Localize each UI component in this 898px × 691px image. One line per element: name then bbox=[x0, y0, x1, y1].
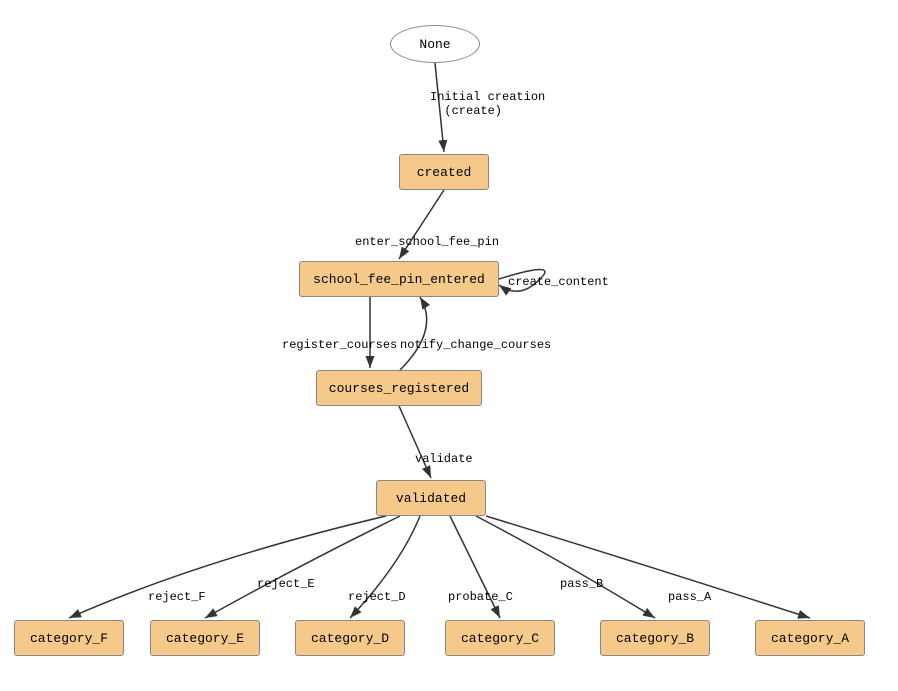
node-validated-label: validated bbox=[396, 491, 466, 506]
node-category-c-label: category_C bbox=[461, 631, 539, 646]
edge-label-reject-e: reject_E bbox=[257, 577, 315, 591]
node-school-fee-pin-label: school_fee_pin_entered bbox=[313, 272, 485, 287]
node-created: created bbox=[399, 154, 489, 190]
node-category-f: category_F bbox=[14, 620, 124, 656]
edge-label-pass-a: pass_A bbox=[668, 590, 711, 604]
node-school-fee-pin-entered: school_fee_pin_entered bbox=[299, 261, 499, 297]
diagram-container: None created school_fee_pin_entered cour… bbox=[0, 0, 898, 691]
node-category-b-label: category_B bbox=[616, 631, 694, 646]
node-category-d: category_D bbox=[295, 620, 405, 656]
edge-label-register-courses: register_courses bbox=[282, 338, 397, 352]
node-category-e-label: category_E bbox=[166, 631, 244, 646]
node-courses-registered: courses_registered bbox=[316, 370, 482, 406]
node-category-f-label: category_F bbox=[30, 631, 108, 646]
node-none: None bbox=[390, 25, 480, 63]
node-created-label: created bbox=[417, 165, 472, 180]
node-category-b: category_B bbox=[600, 620, 710, 656]
edge-label-enter-school-fee-pin: enter_school_fee_pin bbox=[355, 235, 499, 249]
node-category-e: category_E bbox=[150, 620, 260, 656]
edge-label-validate: validate bbox=[415, 452, 473, 466]
node-validated: validated bbox=[376, 480, 486, 516]
edge-label-reject-f: reject_F bbox=[148, 590, 206, 604]
node-none-label: None bbox=[419, 37, 450, 52]
edge-label-reject-d: reject_D bbox=[348, 590, 406, 604]
node-courses-registered-label: courses_registered bbox=[329, 381, 469, 396]
edge-label-pass-b: pass_B bbox=[560, 577, 603, 591]
edge-label-probate-c: probate_C bbox=[448, 590, 513, 604]
node-category-a: category_A bbox=[755, 620, 865, 656]
node-category-c: category_C bbox=[445, 620, 555, 656]
node-category-d-label: category_D bbox=[311, 631, 389, 646]
edge-label-initial-creation: Initial creation (create) bbox=[430, 90, 545, 118]
node-category-a-label: category_A bbox=[771, 631, 849, 646]
edge-label-notify-change-courses: notify_change_courses bbox=[400, 338, 551, 352]
edge-label-create-content: create_content bbox=[508, 275, 609, 289]
